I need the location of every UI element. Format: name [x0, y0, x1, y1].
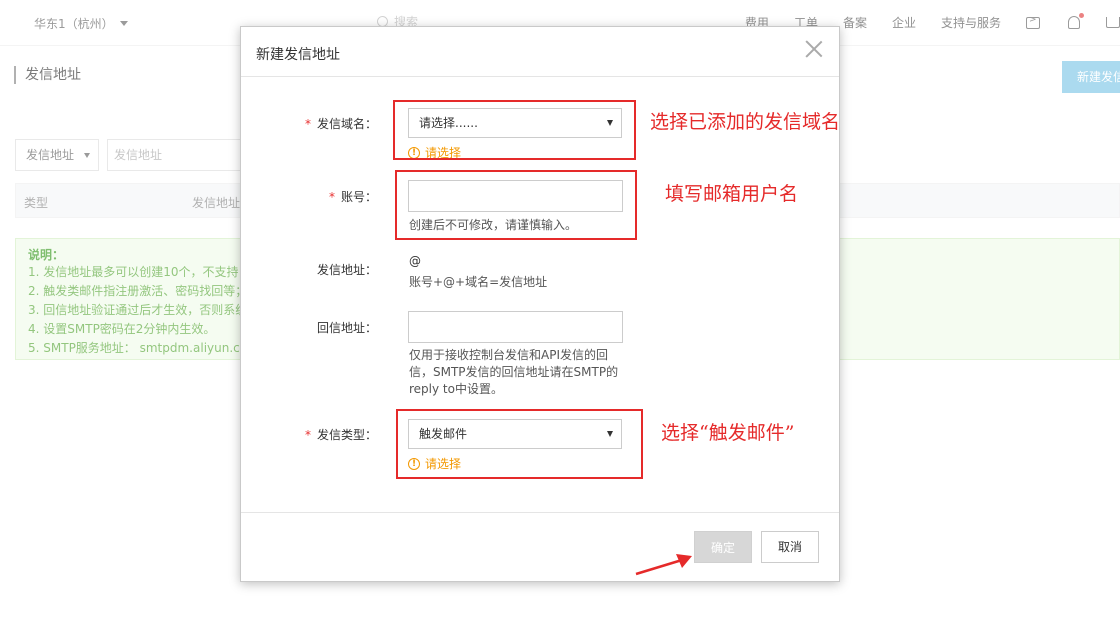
required-mark: *: [328, 190, 335, 204]
annotation-box-account: [395, 170, 637, 240]
reply-help-line: reply to中设置。: [409, 382, 503, 396]
required-mark: *: [304, 428, 311, 442]
type-label-text: 发信类型：: [316, 428, 377, 442]
reply-help-line: 信，SMTP发信的回信地址请在SMTP的: [409, 365, 619, 379]
annotation-box-type: [396, 409, 643, 479]
close-icon[interactable]: [805, 40, 823, 58]
account-label-text: 账号：: [340, 190, 377, 204]
arrow-icon: [635, 554, 692, 576]
annotation-account-note: 填写邮箱用户名: [665, 183, 799, 205]
address-label: 发信地址：: [316, 263, 377, 277]
domain-label-text: 发信域名：: [316, 117, 377, 131]
confirm-button[interactable]: 确定: [694, 531, 752, 563]
reply-input[interactable]: [408, 311, 623, 343]
annotation-box-domain: [393, 100, 636, 160]
address-value: @: [409, 254, 421, 268]
dialog-footer-divider: [241, 512, 839, 513]
address-help: 账号+@+域名=发信地址: [409, 275, 548, 289]
account-label: * 账号：: [291, 188, 377, 205]
reply-help-line: 仅用于接收控制台发信和API发信的回: [409, 348, 608, 362]
type-label: * 发信类型：: [291, 426, 377, 443]
reply-label: 回信地址：: [316, 321, 377, 335]
domain-label: * 发信域名：: [291, 115, 377, 132]
required-mark: *: [304, 117, 311, 131]
annotation-domain-note: 选择已添加的发信域名: [650, 111, 841, 133]
annotation-type-note: 选择“触发邮件”: [661, 422, 795, 444]
dialog-header: 新建发信地址: [241, 27, 839, 77]
dialog-title: 新建发信地址: [256, 47, 340, 63]
cancel-button[interactable]: 取消: [761, 531, 819, 563]
